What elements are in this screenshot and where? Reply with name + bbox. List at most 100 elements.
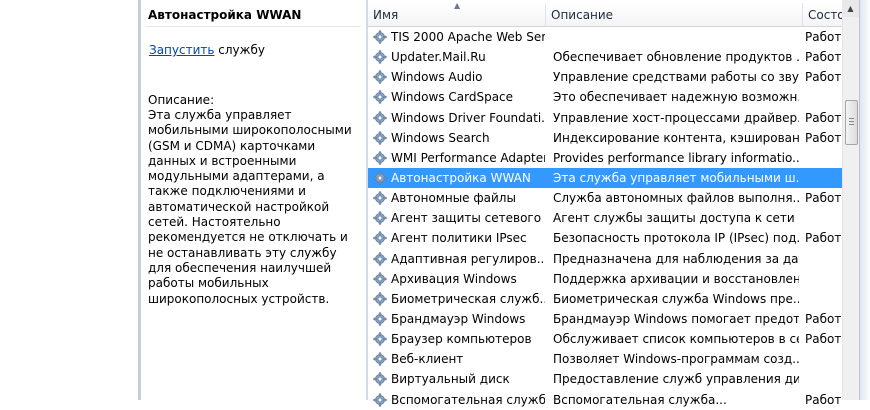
service-description: Управление хост-процессами драйвер... — [553, 110, 799, 125]
service-row[interactable]: Виртуальный диск Предоставление служб упр… — [368, 369, 842, 389]
service-status — [805, 168, 842, 188]
service-name: Виртуальный диск — [391, 372, 510, 387]
service-status — [805, 87, 842, 107]
gear-icon — [372, 309, 390, 329]
service-row[interactable]: Windows Driver Foundati... Управление хос… — [368, 108, 842, 128]
service-row[interactable]: TIS 2000 Apache Web Ser... Работа — [368, 27, 842, 47]
service-name: WMI Performance Adapter — [391, 150, 545, 165]
service-row[interactable]: Windows Search Индексирование контента, к… — [368, 128, 842, 148]
description-text: Эта служба управляет мобильными широкопо… — [148, 108, 352, 306]
service-name: Автонастройка WWAN — [391, 170, 531, 185]
service-description: Предоставление служб управления ди... — [553, 372, 799, 387]
start-service-suffix: службу — [214, 43, 265, 57]
service-status — [805, 289, 842, 309]
service-description: Эта служба управляет мобильными ш... — [553, 170, 799, 185]
gear-icon — [372, 108, 390, 128]
service-description: Брандмауэр Windows помогает предот... — [553, 311, 799, 326]
service-status: Работа — [805, 311, 842, 326]
service-row[interactable]: Агент политики IPsec Безопасность протоко… — [368, 228, 842, 248]
start-service-action: Запустить службу — [149, 43, 265, 57]
service-description — [553, 27, 799, 47]
service-status — [805, 349, 842, 369]
service-description: Поддержка архивации и восстановлен... — [553, 271, 799, 286]
gear-icon — [372, 289, 390, 309]
service-name: Автономные файлы — [391, 191, 516, 206]
column-header-description-label: Описание — [551, 8, 614, 22]
service-row[interactable]: Веб-клиент Позволяет Windows-программам с… — [368, 349, 842, 369]
gear-icon — [372, 228, 390, 248]
gear-icon — [372, 369, 390, 389]
thumb-grip — [849, 118, 854, 119]
service-detail-title: Автонастройка WWAN — [148, 8, 302, 22]
service-status — [805, 249, 842, 269]
service-name: Архивация Windows — [391, 271, 517, 286]
service-description: Обслуживает список компьютеров в се... — [553, 332, 799, 347]
list-header: ▲ Имя Описание Состо — [368, 1, 845, 27]
sort-ascending-icon: ▲ — [454, 1, 461, 10]
service-row[interactable]: Windows CardSpace Это обеспечивает надежн… — [368, 87, 842, 107]
service-status: Работа — [805, 50, 842, 65]
service-status: Работа — [805, 130, 842, 145]
service-description: Предназначена для наблюдения за дат... — [553, 251, 799, 266]
column-header-status[interactable]: Состо — [803, 3, 845, 26]
service-name: Windows Audio — [391, 70, 483, 85]
window-right-border — [859, 0, 870, 400]
service-status: Работа — [805, 332, 842, 347]
service-name: TIS 2000 Apache Web Ser... — [391, 30, 545, 44]
service-name: Веб-клиент — [391, 352, 464, 367]
service-row[interactable]: Автонастройка WWAN Эта служба управляет м… — [368, 167, 842, 189]
start-service-link[interactable]: Запустить — [149, 43, 214, 57]
gear-icon — [372, 67, 390, 87]
gear-icon — [372, 168, 390, 188]
gear-icon — [372, 208, 390, 228]
gear-icon — [372, 269, 390, 289]
vertical-scrollbar[interactable] — [842, 0, 860, 400]
service-status: Работа — [805, 191, 842, 206]
services-rows: TIS 2000 Apache Web Ser...РаботаUpdater.… — [368, 27, 842, 410]
column-header-name[interactable]: ▲ Имя — [368, 1, 546, 26]
gear-icon — [372, 47, 390, 67]
service-name: Адаптивная регулиров... — [391, 251, 545, 266]
gear-icon — [372, 128, 390, 148]
column-header-name-label: Имя — [373, 8, 399, 22]
service-name: Брандмауэр Windows — [391, 311, 526, 326]
service-name: Windows CardSpace — [391, 90, 514, 105]
service-status — [805, 369, 842, 389]
service-row[interactable]: Windows Audio Управление средствами работ… — [368, 67, 842, 87]
service-row[interactable]: Брандмауэр Windows Брандмауэр Windows пом… — [368, 309, 842, 329]
gear-icon — [372, 329, 390, 349]
service-description: Биометрическая служба Windows пре... — [553, 291, 799, 306]
panel-separator — [146, 26, 361, 27]
service-status — [805, 208, 842, 228]
service-name: Агент политики IPsec — [391, 231, 527, 246]
service-row[interactable]: Агент защиты сетевого ... Агент службы за… — [368, 208, 842, 228]
gear-icon — [372, 148, 390, 168]
scrollbar-thumb[interactable] — [845, 100, 858, 145]
service-name: Windows Search — [391, 130, 490, 145]
service-row[interactable]: Адаптивная регулиров... Предназначена для… — [368, 249, 842, 269]
service-row[interactable]: Архивация Windows Поддержка архивации и в… — [368, 269, 842, 289]
service-row[interactable]: Автономные файлы Служба автономных файлов… — [368, 188, 842, 208]
service-row[interactable]: Биометрическая служб... Биометрическая сл… — [368, 289, 842, 309]
service-row[interactable]: WMI Performance Adapter Provides performa… — [368, 148, 842, 168]
service-description: Индексирование контента, кэширован... — [553, 130, 799, 145]
service-status — [805, 269, 842, 289]
service-name: Агент защиты сетевого ... — [391, 211, 545, 226]
column-header-status-label: Состо — [808, 8, 845, 22]
service-name: Updater.Mail.Ru — [391, 50, 486, 65]
scroll-up-arrow-icon[interactable]: ▲ — [842, 0, 859, 17]
service-description: Управление средствами работы со зву... — [553, 70, 799, 85]
service-description: Обеспечивает обновление продуктов ... — [553, 50, 799, 65]
gear-icon — [372, 188, 390, 208]
service-description: Безопасность протокола IP (IPsec) под... — [553, 231, 799, 246]
service-description: Provides performance library informatio.… — [553, 150, 799, 165]
service-row[interactable]: Updater.Mail.Ru Обеспечивает обновление п… — [368, 47, 842, 67]
gear-icon — [372, 249, 390, 269]
window-left-area — [0, 0, 141, 400]
service-description: Служба автономных файлов выполня... — [553, 191, 799, 206]
gear-icon — [372, 349, 390, 369]
gear-icon — [372, 27, 390, 47]
column-header-description[interactable]: Описание — [546, 3, 803, 26]
service-name: Браузер компьютеров — [391, 332, 532, 347]
service-row[interactable]: Браузер компьютеров Обслуживает список ко… — [368, 329, 842, 349]
